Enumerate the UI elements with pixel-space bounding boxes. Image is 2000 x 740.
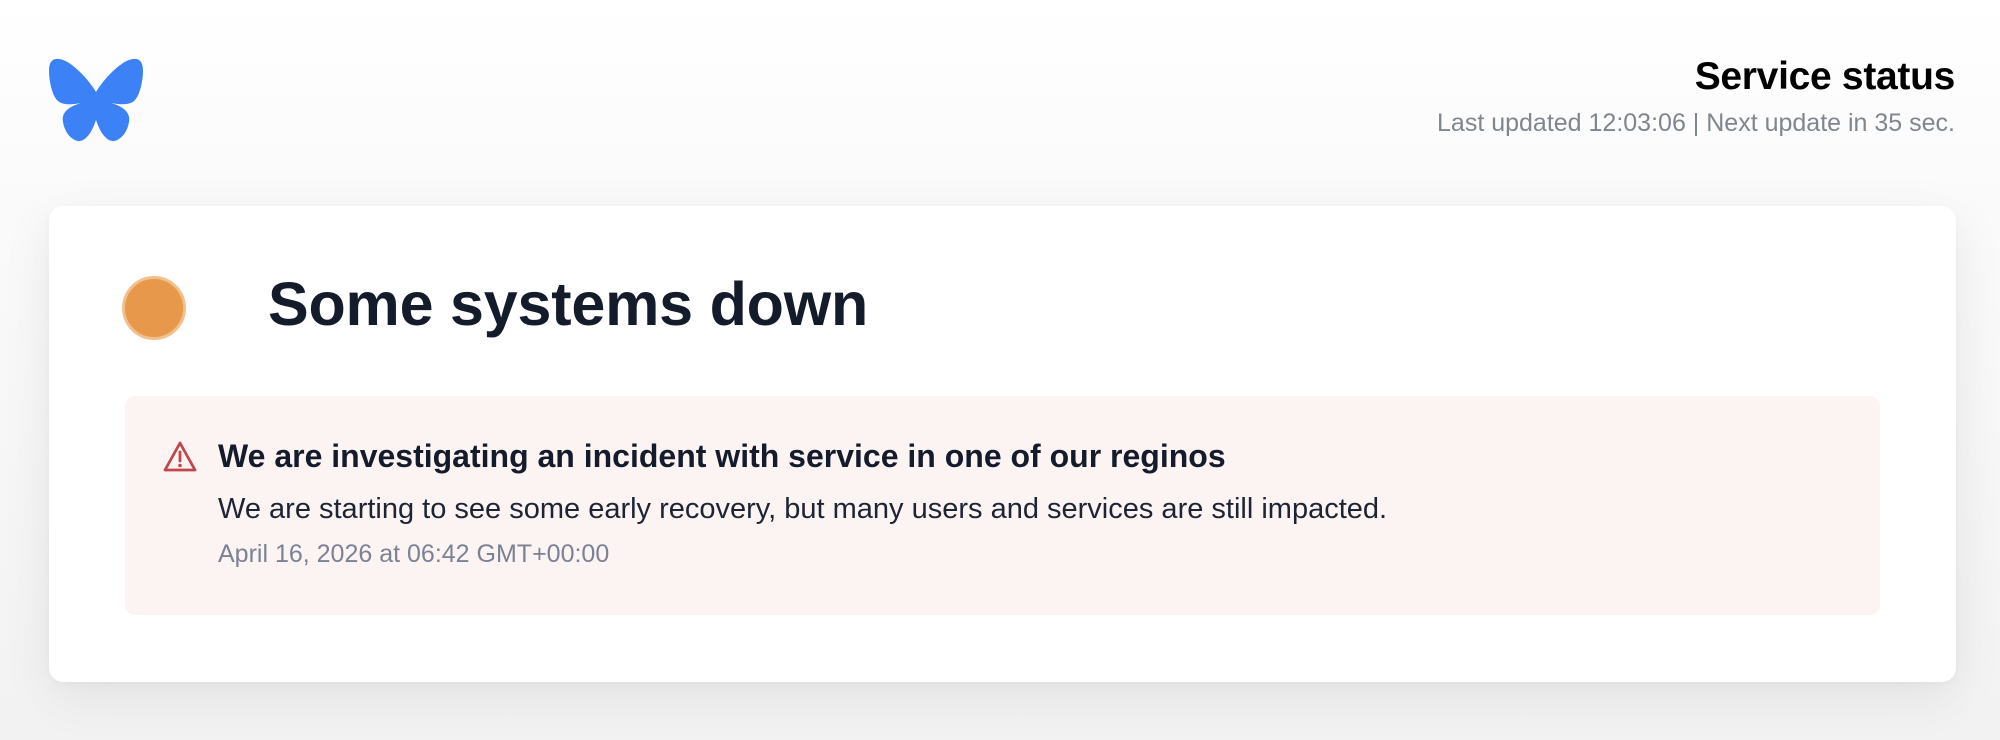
page-title: Service status	[1694, 55, 1956, 98]
header-status-block: Service status Last updated 12:03:06 | N…	[1437, 54, 1955, 138]
page-header: Service status Last updated 12:03:06 | N…	[0, 0, 2000, 180]
incident-title: We are investigating an incident with se…	[218, 438, 1226, 474]
incident-description: We are starting to see some early recove…	[218, 493, 1388, 525]
incident-timestamp: April 16, 2026 at 06:42 GMT+00:00	[218, 540, 610, 568]
incident-notice: We are investigating an incident with se…	[125, 396, 1880, 615]
butterfly-icon[interactable]	[49, 58, 143, 142]
update-info: Last updated 12:03:06 | Next update in 3…	[1437, 109, 1955, 137]
warning-triangle-icon	[162, 440, 198, 474]
status-indicator	[122, 276, 186, 340]
status-card: Some systems down We are investigating a…	[49, 206, 1956, 682]
status-title: Some systems down	[268, 270, 869, 338]
